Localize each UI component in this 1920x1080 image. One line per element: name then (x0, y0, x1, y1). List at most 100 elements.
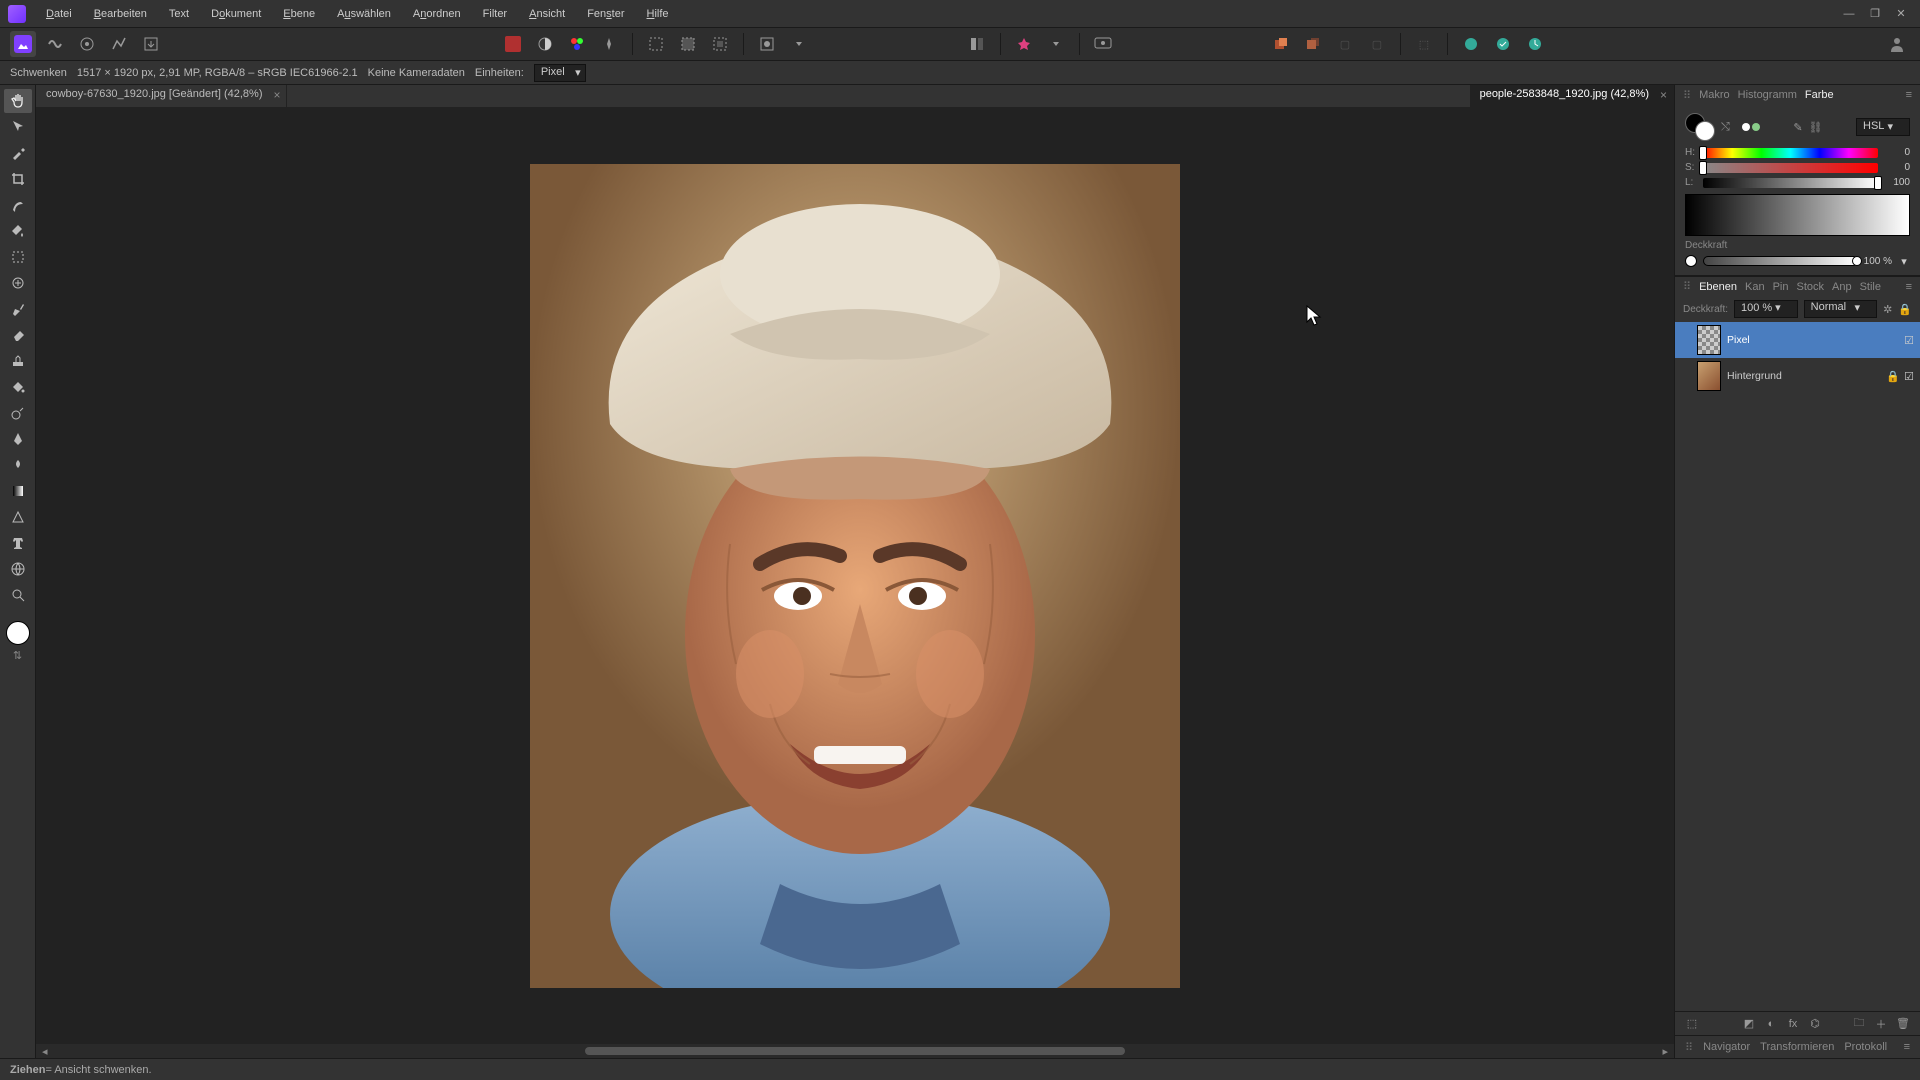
add-layer-icon[interactable]: ＋ (1872, 1015, 1890, 1033)
tab-farbe[interactable]: Farbe (1805, 89, 1834, 101)
layer-visible-icon[interactable]: ☑ (1904, 334, 1914, 347)
opacity-value[interactable]: 100 % (1864, 256, 1892, 267)
tab-makro[interactable]: Makro (1699, 89, 1730, 101)
swap-swatch-icon[interactable]: ⤭ (1721, 121, 1730, 134)
sync-3-icon[interactable] (1522, 31, 1548, 57)
color-preview[interactable] (1685, 194, 1910, 236)
window-maximize-button[interactable]: ❐ (1864, 3, 1886, 25)
crop-tool[interactable] (4, 167, 32, 191)
close-icon[interactable]: × (273, 88, 280, 102)
panel-menu-icon[interactable]: ≡ (1906, 89, 1912, 101)
fx-icon[interactable]: fx (1784, 1015, 1802, 1033)
selection-add-icon[interactable] (675, 31, 701, 57)
tab-protokoll[interactable]: Protokoll (1844, 1041, 1887, 1053)
opacity-slider[interactable] (1703, 256, 1858, 266)
arrange-front-icon[interactable] (1268, 31, 1294, 57)
mesh-tool[interactable] (4, 557, 32, 581)
assistant-icon[interactable] (1011, 31, 1037, 57)
tab-histogramm[interactable]: Histogramm (1738, 89, 1797, 101)
layer-opacity-select[interactable]: 100 % ▾ (1734, 300, 1798, 318)
lig-slider[interactable] (1703, 178, 1878, 188)
pen-tool[interactable] (4, 427, 32, 451)
menu-ansicht[interactable]: Ansicht (519, 4, 575, 24)
dodge-tool[interactable] (4, 401, 32, 425)
account-icon[interactable] (1884, 31, 1910, 57)
eyedropper-icon[interactable]: ✎ (1793, 121, 1802, 134)
layer-visible-icon[interactable]: ☑ (1904, 370, 1914, 383)
autowb-icon[interactable] (596, 31, 622, 57)
menu-hilfe[interactable]: Hilfe (637, 4, 679, 24)
group-icon[interactable]: 🗀 (1850, 1015, 1868, 1033)
layer-item-1[interactable]: Hintergrund 🔒☑ (1675, 358, 1920, 394)
snapping-icon[interactable]: ⬚ (1411, 31, 1437, 57)
grip-icon[interactable]: ⠿ (1685, 1041, 1693, 1054)
toggle-ui-icon[interactable] (964, 31, 990, 57)
tab-anp[interactable]: Anp (1832, 281, 1852, 293)
preview-icon[interactable] (1090, 31, 1116, 57)
delete-layer-icon[interactable]: 🗑 (1894, 1015, 1912, 1033)
layer-lock-icon[interactable]: 🔒 (1886, 370, 1900, 383)
grip-icon[interactable]: ⠿ (1683, 89, 1691, 102)
noise-toggle-icon[interactable] (1685, 255, 1697, 267)
menu-filter[interactable]: Filter (473, 4, 517, 24)
clone-tool[interactable] (4, 349, 32, 373)
selection-new-icon[interactable] (643, 31, 669, 57)
tone-map-persona-icon[interactable] (106, 31, 132, 57)
menu-datei[interactable]: Datei (36, 4, 82, 24)
color-mode-select[interactable]: HSL▾ (1856, 118, 1910, 136)
arrange-3-icon[interactable]: ▢ (1332, 31, 1358, 57)
panel-menu-icon[interactable]: ≡ (1906, 281, 1912, 293)
arrange-back-icon[interactable] (1300, 31, 1326, 57)
tab-1[interactable]: people-2583848_1920.jpg (42,8%)× (1470, 85, 1674, 107)
tab-ebenen[interactable]: Ebenen (1699, 281, 1737, 293)
tab-pin[interactable]: Pin (1773, 281, 1789, 293)
menu-dokument[interactable]: Dokument (201, 4, 271, 24)
sync-1-icon[interactable] (1458, 31, 1484, 57)
tab-0[interactable]: cowboy-67630_1920.jpg [Geändert] (42,8%)… (36, 85, 287, 107)
lig-value[interactable]: 100 (1884, 177, 1910, 188)
recent-colors[interactable] (1742, 123, 1760, 131)
window-minimize-button[interactable]: — (1838, 3, 1860, 25)
horizontal-scrollbar[interactable]: ◂▸ (36, 1044, 1674, 1058)
paint-brush-tool[interactable] (4, 297, 32, 321)
layer-fx-icon[interactable]: ✲ (1883, 303, 1892, 316)
selection-subtract-icon[interactable] (707, 31, 733, 57)
swap-colors-icon[interactable]: ⇅ (13, 649, 22, 662)
develop-persona-icon[interactable] (74, 31, 100, 57)
autocolor-icon[interactable] (500, 31, 526, 57)
sync-2-icon[interactable] (1490, 31, 1516, 57)
menu-text[interactable]: Text (159, 4, 199, 24)
selection-brush-tool[interactable] (4, 193, 32, 217)
tab-kan[interactable]: Kan (1745, 281, 1765, 293)
menu-auswaehlen[interactable]: Auswählen (327, 4, 401, 24)
gradient-tool[interactable] (4, 479, 32, 503)
tab-stile[interactable]: Stile (1860, 281, 1881, 293)
hue-value[interactable]: 0 (1884, 147, 1910, 158)
sat-value[interactable]: 0 (1884, 162, 1910, 173)
menu-fenster[interactable]: Fenster (577, 4, 634, 24)
panel-menu-icon[interactable]: ≡ (1904, 1041, 1910, 1053)
autolevels-icon[interactable] (564, 31, 590, 57)
export-persona-icon[interactable] (138, 31, 164, 57)
grip-icon[interactable]: ⠿ (1683, 280, 1691, 293)
canvas[interactable] (36, 107, 1674, 1044)
opacity-dropdown-icon[interactable]: ▾ (1898, 255, 1910, 267)
link-colors-icon[interactable]: ⛓ (1809, 121, 1823, 134)
close-icon[interactable]: × (1660, 88, 1667, 102)
fill-tool[interactable] (4, 375, 32, 399)
tab-navigator[interactable]: Navigator (1703, 1041, 1750, 1053)
adjustment-icon[interactable]: ◐ (1762, 1015, 1780, 1033)
zoom-tool[interactable] (4, 583, 32, 607)
marquee-tool[interactable] (4, 245, 32, 269)
window-close-button[interactable]: ✕ (1890, 3, 1912, 25)
fg-bg-swatch[interactable] (1685, 113, 1715, 141)
move-tool[interactable] (4, 115, 32, 139)
live-filter-icon[interactable]: ⌬ (1806, 1015, 1824, 1033)
healing-tool[interactable] (4, 271, 32, 295)
quickmask-dropdown-icon[interactable] (786, 31, 812, 57)
autocontrast-icon[interactable] (532, 31, 558, 57)
sat-slider[interactable] (1703, 163, 1878, 173)
layer-item-0[interactable]: Pixel ☑ (1675, 322, 1920, 358)
pan-tool[interactable] (4, 89, 32, 113)
menu-anordnen[interactable]: Anordnen (403, 4, 471, 24)
